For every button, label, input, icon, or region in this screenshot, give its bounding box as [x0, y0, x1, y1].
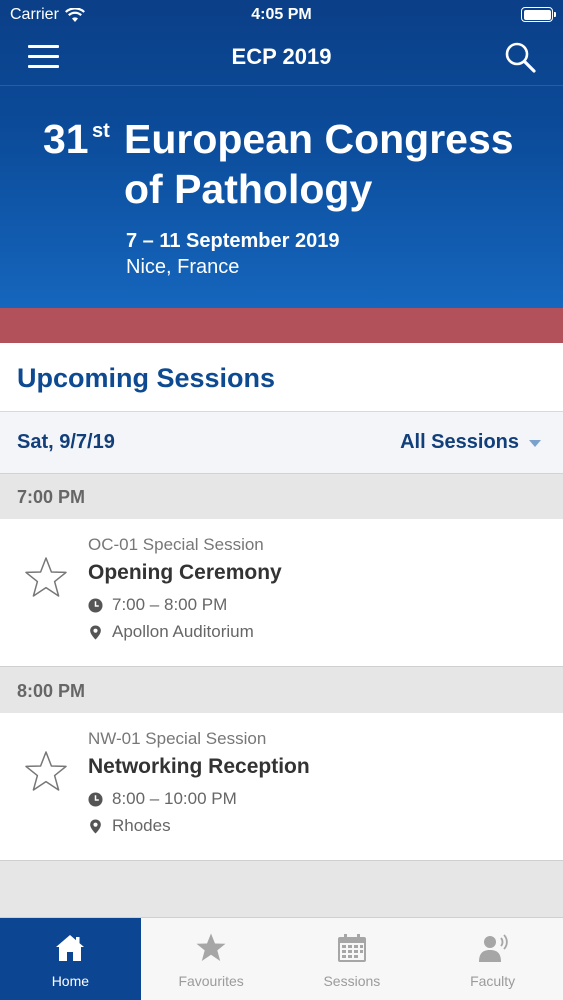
congress-title-line1: European Congress	[124, 116, 514, 162]
time-group-header: 7:00 PM	[0, 474, 563, 519]
favourite-star-icon[interactable]	[23, 749, 69, 795]
session-time: 7:00 – 8:00 PM	[112, 595, 228, 614]
home-icon	[56, 935, 85, 961]
edition-number: 31	[43, 116, 89, 162]
session-code: OC-01 Special Session	[88, 535, 264, 554]
tab-sessions[interactable]: Sessions	[282, 918, 423, 1000]
nav-bar: ECP 2019	[0, 30, 563, 86]
time-group-label: 8:00 PM	[17, 681, 86, 701]
tab-faculty[interactable]: Faculty	[422, 918, 563, 1000]
session-card[interactable]: OC-01 Special Session Opening Ceremony 7…	[0, 519, 563, 667]
speaker-icon	[478, 934, 508, 962]
session-room-row: Apollon Auditorium	[88, 622, 254, 642]
session-title: Networking Reception	[88, 755, 310, 778]
congress-dates: 7 – 11 September 2019	[126, 230, 340, 252]
session-card[interactable]: NW-01 Special Session Networking Recepti…	[0, 713, 563, 861]
favourite-star-icon[interactable]	[23, 555, 69, 601]
section-title: Upcoming Sessions	[17, 363, 276, 393]
tab-label: Home	[51, 973, 90, 989]
location-pin-icon	[90, 818, 101, 834]
congress-banner: 31 st European Congress of Pathology 7 –…	[0, 86, 563, 308]
app-title: ECP 2019	[231, 44, 332, 69]
session-time-row: 7:00 – 8:00 PM	[88, 595, 227, 615]
congress-location: Nice, France	[126, 256, 240, 278]
tab-label: Sessions	[323, 973, 381, 989]
filter-bar: Sat, 9/7/19 All Sessions	[0, 412, 563, 474]
time-group-header: 8:00 PM	[0, 668, 563, 713]
selected-date[interactable]: Sat, 9/7/19	[17, 431, 115, 454]
session-filter-dropdown[interactable]: All Sessions	[400, 431, 541, 454]
calendar-icon	[337, 934, 366, 962]
section-header: Upcoming Sessions	[0, 343, 563, 412]
tab-home[interactable]: Home	[0, 918, 141, 1000]
session-time-row: 8:00 – 10:00 PM	[88, 789, 237, 809]
session-room: Rhodes	[112, 816, 171, 835]
tab-bar: Home Favourites Sessions Faculty	[0, 917, 563, 1000]
session-time: 8:00 – 10:00 PM	[112, 789, 237, 808]
session-room: Apollon Auditorium	[112, 622, 254, 641]
chevron-down-icon	[529, 440, 541, 447]
session-code: NW-01 Special Session	[88, 729, 267, 748]
tab-label: Favourites	[178, 973, 244, 989]
location-pin-icon	[90, 624, 101, 640]
tab-favourites[interactable]: Favourites	[141, 918, 282, 1000]
session-room-row: Rhodes	[88, 816, 171, 836]
filter-label: All Sessions	[400, 431, 519, 453]
accent-band	[0, 308, 563, 343]
tab-label: Faculty	[470, 973, 516, 989]
time-group-label: 7:00 PM	[17, 487, 86, 507]
session-title: Opening Ceremony	[88, 561, 282, 584]
status-time: 4:05 PM	[251, 6, 312, 23]
edition-suffix: st	[92, 120, 110, 142]
header-area: Carrier 4:05 PM ECP 2019 31 st European …	[0, 0, 563, 308]
clock-icon	[88, 597, 103, 613]
star-icon	[196, 933, 226, 961]
clock-icon	[88, 791, 103, 807]
search-icon[interactable]	[503, 40, 537, 74]
battery-icon	[521, 7, 556, 22]
congress-title-line2: of Pathology	[124, 166, 373, 212]
status-bar: Carrier 4:05 PM	[0, 0, 563, 30]
